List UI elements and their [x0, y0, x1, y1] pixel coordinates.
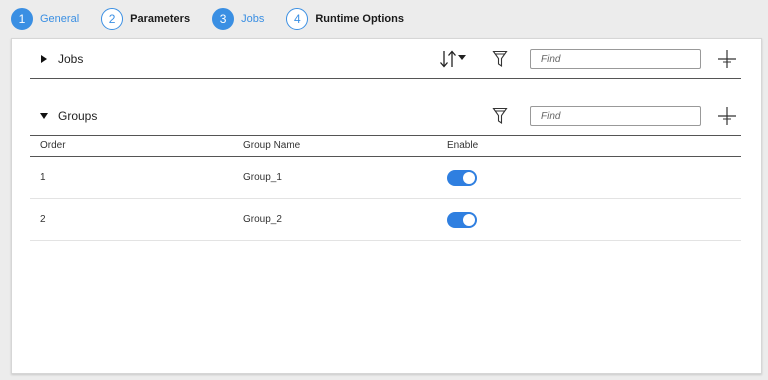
order-cell: 2	[40, 214, 46, 225]
enable-toggle[interactable]	[447, 169, 477, 186]
enable-cell	[436, 169, 741, 186]
expand-caret-icon[interactable]	[40, 54, 50, 64]
step-number-badge: 3	[212, 7, 235, 30]
step-general[interactable]: 1 General	[11, 7, 80, 30]
content-panel: Jobs Find Groups Find Order Group Name E…	[11, 38, 762, 374]
step-runtime-options[interactable]: 4 Runtime Options	[286, 7, 404, 30]
add-icon[interactable]	[716, 48, 738, 74]
groups-section-title: Groups	[58, 108, 98, 123]
collapse-caret-icon[interactable]	[40, 111, 50, 121]
step-jobs[interactable]: 3 Jobs	[212, 7, 265, 30]
sort-icon[interactable]	[439, 50, 473, 72]
enable-toggle[interactable]	[447, 211, 477, 228]
table-header-row: Order Group Name Enable	[30, 135, 741, 157]
wizard-stepper: 1 General 2 Parameters 3 Jobs 4 Runtime …	[0, 0, 768, 37]
group-name-cell: Group_1	[243, 172, 282, 183]
jobs-section-header: Jobs	[30, 39, 741, 79]
groups-section-header: Groups	[30, 96, 741, 136]
order-cell: 1	[40, 172, 46, 183]
step-number-badge: 1	[11, 7, 33, 30]
jobs-section-title: Jobs	[58, 51, 84, 66]
add-icon[interactable]	[716, 105, 738, 131]
step-label: General	[40, 12, 80, 25]
column-header-group-name[interactable]: Group Name	[233, 140, 436, 151]
jobs-find-input[interactable]	[530, 49, 701, 69]
group-name-cell: Group_2	[243, 214, 282, 225]
filter-icon[interactable]	[492, 107, 508, 129]
enable-cell	[436, 211, 741, 228]
groups-find-input[interactable]	[530, 106, 701, 126]
step-label: Jobs	[241, 12, 265, 25]
groups-table: Order Group Name Enable 1 Group_1 2 Grou…	[30, 135, 741, 241]
step-number-badge: 2	[101, 7, 124, 30]
step-label: Runtime Options	[315, 12, 404, 25]
column-header-enable[interactable]: Enable	[436, 140, 741, 151]
step-parameters[interactable]: 2 Parameters	[101, 7, 191, 30]
step-number-badge: 4	[286, 7, 309, 30]
table-row[interactable]: 2 Group_2	[30, 199, 741, 241]
filter-icon[interactable]	[492, 50, 508, 72]
column-header-order[interactable]: Order	[30, 140, 233, 151]
table-row[interactable]: 1 Group_1	[30, 157, 741, 199]
step-label: Parameters	[130, 12, 191, 25]
